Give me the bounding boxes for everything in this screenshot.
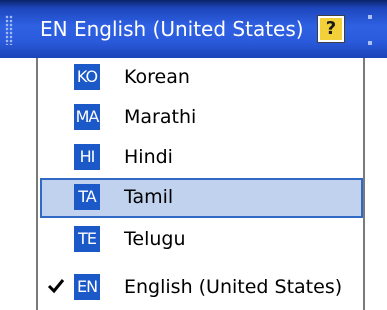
language-code-icon: TE — [74, 226, 100, 252]
language-code-icon: HI — [74, 144, 100, 170]
menu-item-label: Hindi — [124, 146, 173, 168]
language-bar: EN English (United States) ? — [0, 0, 387, 58]
language-code-icon: KO — [74, 64, 100, 90]
language-code-icon: EN — [74, 274, 100, 300]
menu-item-marathi[interactable]: MA Marathi — [40, 98, 363, 138]
menu-item-hindi[interactable]: HI Hindi — [40, 138, 363, 178]
checkmark-icon — [47, 279, 65, 294]
grip-dot — [368, 15, 372, 19]
toolbar-grip-handle[interactable] — [5, 15, 13, 45]
options-grip-icon[interactable] — [366, 15, 374, 45]
menu-item-label: Korean — [124, 66, 190, 88]
grip-dot — [368, 41, 372, 45]
menu-item-label: Telugu — [124, 228, 186, 250]
language-code-icon: TA — [74, 184, 100, 210]
language-code-icon: MA — [74, 104, 100, 130]
menu-item-label: English (United States) — [124, 276, 343, 298]
language-bar-screen: EN English (United States) ? KO Korean M… — [0, 0, 387, 310]
current-language-button[interactable]: EN English (United States) — [40, 14, 304, 44]
menu-item-label: Tamil — [124, 186, 174, 208]
language-menu: KO Korean MA Marathi HI Hindi TA Tamil T… — [36, 58, 365, 310]
menu-item-tamil[interactable]: TA Tamil — [40, 178, 363, 218]
menu-item-telugu[interactable]: TE Telugu — [40, 220, 363, 260]
help-icon[interactable]: ? — [317, 15, 345, 43]
menu-item-label: Marathi — [124, 106, 197, 128]
menu-item-korean[interactable]: KO Korean — [40, 58, 363, 98]
menu-item-english-united-states[interactable]: EN English (United States) — [40, 268, 363, 308]
